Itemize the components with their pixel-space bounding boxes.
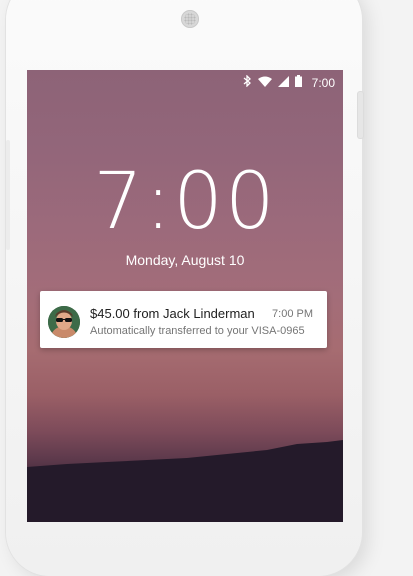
signal-icon xyxy=(277,74,289,92)
notification-time: 7:00 PM xyxy=(272,308,313,320)
volume-button xyxy=(6,140,10,250)
payment-notification[interactable]: $45.00 from Jack Linderman 7:00 PM Autom… xyxy=(40,291,327,348)
lockscreen-clock: 7:00 xyxy=(93,157,277,247)
earpiece-speaker xyxy=(181,10,199,28)
avatar xyxy=(48,306,80,338)
bluetooth-icon xyxy=(243,74,252,92)
notification-text: Automatically transferred to your VISA-0… xyxy=(90,325,305,337)
notification-title: $45.00 from Jack Linderman xyxy=(90,306,255,321)
status-time: 7:00 xyxy=(311,76,335,90)
lockscreen-date: Monday, August 10 xyxy=(125,252,245,268)
battery-icon xyxy=(294,74,302,92)
wifi-icon xyxy=(257,74,272,92)
mountain-silhouette xyxy=(27,440,343,522)
status-bar: 7:00 xyxy=(243,74,335,92)
power-button xyxy=(358,92,363,138)
